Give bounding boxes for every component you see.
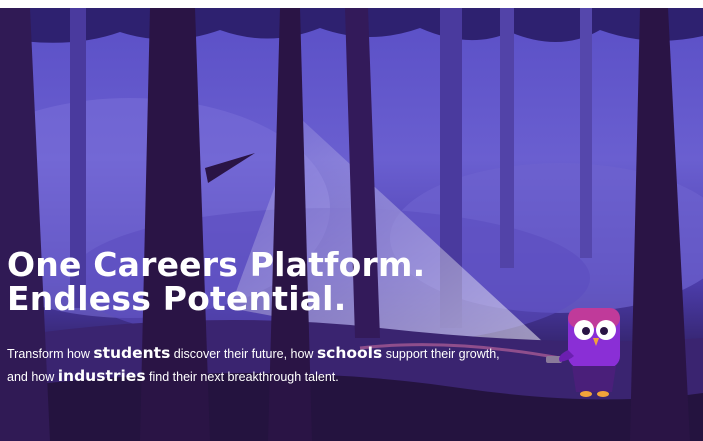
hero-headline: One Careers Platform. Endless Potential. bbox=[7, 248, 425, 316]
subtitle-emphasis-students: students bbox=[93, 344, 171, 362]
subtitle-text: find their next breakthrough talent. bbox=[145, 370, 339, 384]
owl-flashlight-icon bbox=[546, 308, 620, 397]
hero-subtitle: Transform how students discover their fu… bbox=[7, 342, 547, 388]
subtitle-emphasis-industries: industries bbox=[57, 367, 146, 385]
subtitle-text: Transform how bbox=[7, 347, 94, 361]
hero-banner: One Careers Platform. Endless Potential.… bbox=[0, 8, 703, 441]
subtitle-emphasis-schools: schools bbox=[316, 344, 383, 362]
headline-line-2: Endless Potential. bbox=[7, 279, 347, 318]
subtitle-text: support their growth, bbox=[382, 347, 500, 361]
subtitle-text: and how bbox=[7, 370, 58, 384]
headline-line-1: One Careers Platform. bbox=[7, 245, 426, 284]
subtitle-text: discover their future, how bbox=[170, 347, 317, 361]
